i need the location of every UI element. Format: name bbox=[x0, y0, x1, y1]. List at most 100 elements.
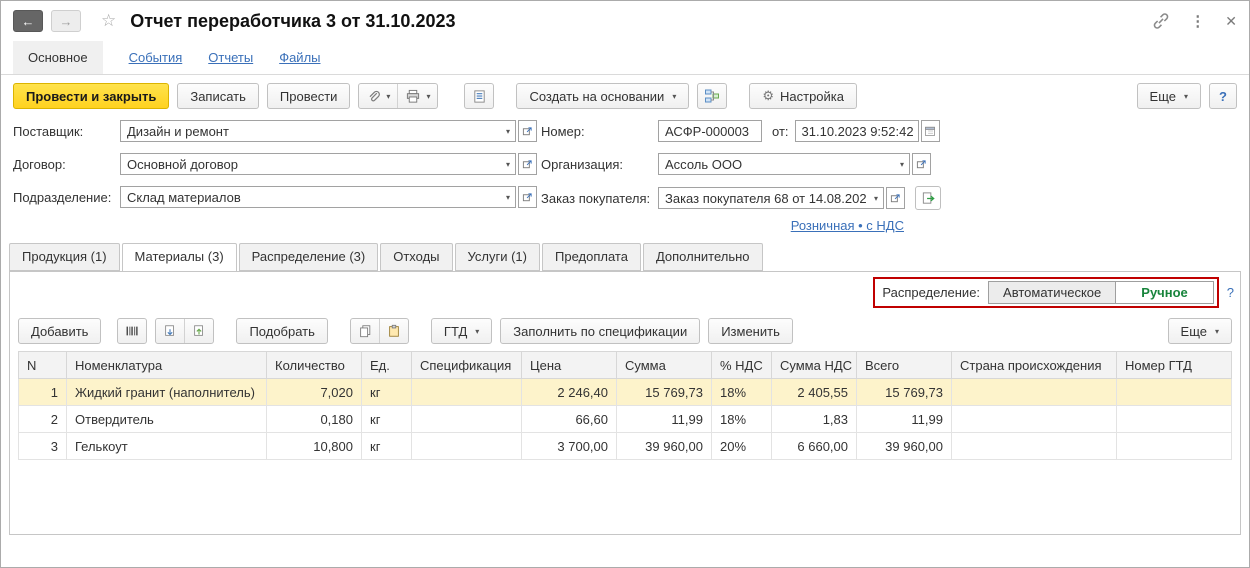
supplier-open-button[interactable] bbox=[518, 120, 537, 142]
barcode-scan-button[interactable] bbox=[117, 318, 148, 344]
more-button[interactable]: Еще ▾ bbox=[1136, 83, 1201, 109]
open-order-document-button[interactable] bbox=[915, 186, 941, 210]
col-header-country[interactable]: Страна происхождения bbox=[951, 351, 1117, 379]
col-header-specification[interactable]: Спецификация bbox=[411, 351, 522, 379]
nav-link-reports[interactable]: Отчеты bbox=[208, 41, 253, 74]
subordination-structure-button[interactable] bbox=[697, 83, 728, 109]
cell-specification[interactable] bbox=[411, 378, 522, 406]
edit-button[interactable]: Изменить bbox=[708, 318, 793, 344]
col-header-quantity[interactable]: Количество bbox=[266, 351, 362, 379]
dropdown-icon[interactable]: ▾ bbox=[874, 194, 878, 203]
cell-n[interactable]: 1 bbox=[18, 378, 67, 406]
cell-nomenclature[interactable]: Гелькоут bbox=[66, 432, 267, 460]
cell-price[interactable]: 2 246,40 bbox=[521, 378, 617, 406]
number-input[interactable]: АСФР-000003 bbox=[658, 120, 762, 142]
cell-specification[interactable] bbox=[411, 405, 522, 433]
table-row[interactable]: 3 Гелькоут 10,800 кг 3 700,00 39 960,00 … bbox=[18, 432, 1232, 460]
order-open-button[interactable] bbox=[886, 187, 905, 209]
department-input[interactable]: Склад материалов ▾ bbox=[120, 186, 516, 208]
price-type-link[interactable]: Розничная • с НДС bbox=[791, 218, 904, 233]
cell-vat-percent[interactable]: 18% bbox=[711, 378, 772, 406]
tab-waste[interactable]: Отходы bbox=[380, 243, 453, 271]
gtd-button[interactable]: ГТД ▾ bbox=[430, 318, 493, 344]
cell-n[interactable]: 2 bbox=[18, 405, 67, 433]
tab-distribution[interactable]: Распределение (3) bbox=[238, 243, 379, 271]
cell-country[interactable] bbox=[951, 378, 1117, 406]
contract-input[interactable]: Основной договор ▾ bbox=[120, 153, 516, 175]
post-button[interactable]: Провести bbox=[266, 83, 351, 109]
tab-additional[interactable]: Дополнительно bbox=[642, 243, 763, 271]
col-header-total[interactable]: Всего bbox=[856, 351, 952, 379]
col-header-price[interactable]: Цена bbox=[521, 351, 617, 379]
favorites-star-icon[interactable]: ☆ bbox=[101, 11, 116, 31]
cell-vat-sum[interactable]: 6 660,00 bbox=[771, 432, 857, 460]
cell-vat-sum[interactable]: 2 405,55 bbox=[771, 378, 857, 406]
organization-open-button[interactable] bbox=[912, 153, 931, 175]
cell-quantity[interactable]: 10,800 bbox=[266, 432, 362, 460]
pick-button[interactable]: Подобрать bbox=[236, 318, 328, 344]
save-button[interactable]: Записать bbox=[177, 83, 259, 109]
tab-materials[interactable]: Материалы (3) bbox=[121, 243, 237, 272]
cell-vat-percent[interactable]: 20% bbox=[711, 432, 772, 460]
dropdown-icon[interactable]: ▾ bbox=[506, 193, 510, 202]
cell-specification[interactable] bbox=[411, 432, 522, 460]
cell-unit[interactable]: кг bbox=[361, 405, 412, 433]
table-row[interactable]: 2 Отвердитель 0,180 кг 66,60 11,99 18% 1… bbox=[18, 405, 1232, 433]
cell-unit[interactable]: кг bbox=[361, 378, 412, 406]
cell-nomenclature[interactable]: Отвердитель bbox=[66, 405, 267, 433]
dropdown-icon[interactable]: ▾ bbox=[506, 160, 510, 169]
supplier-input[interactable]: Дизайн и ремонт ▾ bbox=[120, 120, 516, 142]
terminal-load-button[interactable] bbox=[156, 319, 184, 343]
print-button[interactable]: ▾ bbox=[397, 84, 437, 108]
dropdown-icon[interactable]: ▾ bbox=[900, 160, 904, 169]
table-more-button[interactable]: Еще ▾ bbox=[1167, 318, 1232, 344]
paste-rows-button[interactable] bbox=[378, 319, 408, 343]
cell-quantity[interactable]: 0,180 bbox=[266, 405, 362, 433]
cell-country[interactable] bbox=[951, 405, 1117, 433]
distribution-manual-option[interactable]: Ручное bbox=[1116, 282, 1213, 303]
cell-country[interactable] bbox=[951, 432, 1117, 460]
order-input[interactable]: Заказ покупателя 68 от 14.08.202 ▾ bbox=[658, 187, 884, 209]
cell-vat-sum[interactable]: 1,83 bbox=[771, 405, 857, 433]
col-header-sum[interactable]: Сумма bbox=[616, 351, 712, 379]
col-header-unit[interactable]: Ед. bbox=[361, 351, 412, 379]
calendar-button[interactable] bbox=[920, 120, 940, 142]
department-open-button[interactable] bbox=[518, 186, 537, 208]
cell-sum[interactable]: 15 769,73 bbox=[616, 378, 712, 406]
forward-button[interactable]: → bbox=[51, 10, 81, 32]
cell-gtd[interactable] bbox=[1116, 432, 1232, 460]
tab-prepayment[interactable]: Предоплата bbox=[542, 243, 641, 271]
col-header-nomenclature[interactable]: Номенклатура bbox=[66, 351, 267, 379]
cell-unit[interactable]: кг bbox=[361, 432, 412, 460]
more-menu-icon[interactable]: ⋮ bbox=[1190, 12, 1205, 30]
contract-open-button[interactable] bbox=[518, 153, 537, 175]
organization-input[interactable]: Ассоль ООО ▾ bbox=[658, 153, 910, 175]
post-and-close-button[interactable]: Провести и закрыть bbox=[13, 83, 170, 109]
cell-n[interactable]: 3 bbox=[18, 432, 67, 460]
cell-nomenclature[interactable]: Жидкий гранит (наполнитель) bbox=[66, 378, 267, 406]
nav-link-events[interactable]: События bbox=[129, 41, 183, 74]
create-on-base-button[interactable]: Создать на основании ▾ bbox=[516, 83, 690, 109]
tab-products[interactable]: Продукция (1) bbox=[9, 243, 120, 271]
cell-sum[interactable]: 39 960,00 bbox=[616, 432, 712, 460]
cell-vat-percent[interactable]: 18% bbox=[711, 405, 772, 433]
document-movements-button[interactable] bbox=[464, 83, 495, 109]
col-header-n[interactable]: N bbox=[18, 351, 67, 379]
cell-price[interactable]: 66,60 bbox=[521, 405, 617, 433]
cell-gtd[interactable] bbox=[1116, 378, 1232, 406]
attachments-button[interactable]: ▾ bbox=[359, 84, 397, 108]
close-icon[interactable]: ✕ bbox=[1225, 13, 1237, 30]
col-header-vat-percent[interactable]: % НДС bbox=[711, 351, 772, 379]
back-button[interactable]: ← bbox=[13, 10, 43, 32]
col-header-gtd-number[interactable]: Номер ГТД bbox=[1116, 351, 1232, 379]
nav-link-files[interactable]: Файлы bbox=[279, 41, 320, 74]
copy-rows-button[interactable] bbox=[351, 319, 379, 343]
cell-total[interactable]: 11,99 bbox=[856, 405, 952, 433]
table-row[interactable]: 1 Жидкий гранит (наполнитель) 7,020 кг 2… bbox=[18, 378, 1232, 406]
settings-button[interactable]: ⚙ Настройка bbox=[749, 83, 857, 109]
cell-quantity[interactable]: 7,020 bbox=[266, 378, 362, 406]
copy-link-icon[interactable] bbox=[1152, 12, 1170, 30]
cell-gtd[interactable] bbox=[1116, 405, 1232, 433]
col-header-vat-sum[interactable]: Сумма НДС bbox=[771, 351, 857, 379]
cell-total[interactable]: 15 769,73 bbox=[856, 378, 952, 406]
